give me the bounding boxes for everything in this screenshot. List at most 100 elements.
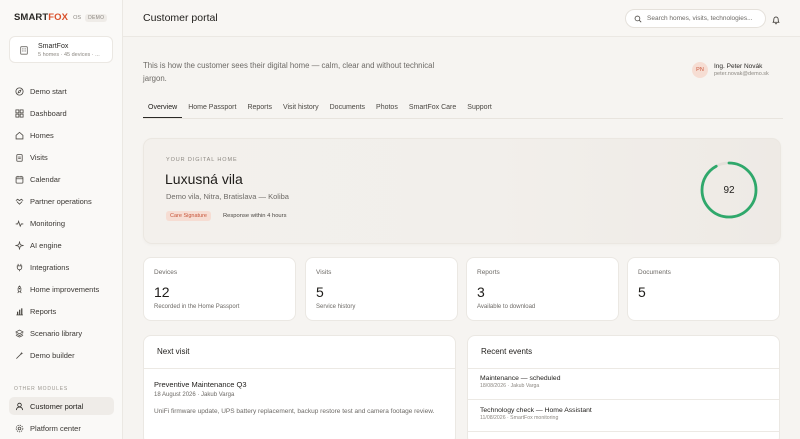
brand-logo: SMARTFOX [14,12,69,23]
nav-label: Homes [30,130,54,140]
event-item[interactable]: Technology check — Home Assistant 11/08/… [480,407,770,421]
pulse-icon [15,219,24,228]
avatar: PN [692,62,708,78]
sparkle-icon [15,240,24,250]
clipboard-icon [15,153,24,162]
tab-documents[interactable]: Documents [325,98,370,118]
next-visit-panel: Next visit Preventive Maintenance Q3 18 … [143,335,456,439]
nav-label: Partner operations [30,196,92,206]
compass-icon [15,86,24,96]
recent-events-panel: Recent events Maintenance — scheduled 18… [467,335,780,439]
nav-integrations[interactable]: Integrations [9,258,114,276]
org-switcher[interactable]: SmartFox 5 homes · 45 devices · ... [9,36,113,63]
chart-icon [15,307,24,316]
nav-label: Integrations [30,262,70,272]
nav-monitoring[interactable]: Monitoring [9,214,114,232]
nav-dashboard[interactable]: Dashboard [9,104,114,122]
nav-reports[interactable]: Reports [9,302,114,320]
wand-icon [15,351,24,360]
hero-eyebrow: YOUR DIGITAL HOME [166,157,238,163]
nav-demo-builder[interactable]: Demo builder [9,346,114,364]
nav-label: Dashboard [30,108,67,118]
visit-description: UniFi firmware update, UPS battery repla… [154,408,435,415]
stat-note: Recorded in the Home Passport [154,304,240,310]
nav-calendar[interactable]: Calendar [9,170,114,188]
rocket-icon [15,284,24,294]
page-title: Customer portal [143,12,218,24]
home-name: Luxusná vila [165,171,243,187]
nav-demo-start[interactable]: Demo start [9,82,114,100]
stat-label: Reports [477,269,500,276]
nav-customer-portal[interactable]: Customer portal [9,397,114,415]
stat-value: 5 [316,284,324,300]
org-name: SmartFox [38,43,69,50]
other-modules-label: OTHER MODULES [14,386,69,392]
stat-card-documents[interactable]: Documents 5 [627,257,780,321]
nav-label: Platform center [30,423,81,433]
brand[interactable]: SMARTFOX OS DEMO [14,12,108,23]
nav-label: Demo builder [30,350,75,360]
nav-ai-engine[interactable]: AI engine [9,236,114,254]
tab-home-passport[interactable]: Home Passport [183,98,241,118]
event-item[interactable]: Maintenance — scheduled 18/08/2026 · Jak… [480,375,770,389]
stat-note: Service history [316,304,356,310]
user-profile[interactable]: PN Ing. Peter Novák peter.novak@demo.sk [692,62,769,78]
nav-label: Monitoring [30,218,66,228]
demo-badge: DEMO [85,13,108,22]
sidebar: SMARTFOX OS DEMO SmartFox 5 homes · 45 d… [0,0,123,439]
tab-reports[interactable]: Reports [242,98,277,118]
tab-support[interactable]: Support [462,98,497,118]
care-badge: Care Signature [166,211,211,221]
user-icon [15,402,24,411]
response-note: Response within 4 hours [223,213,287,219]
org-meta: 5 homes · 45 devices · ... [38,52,100,58]
tab-overview[interactable]: Overview [143,98,183,118]
nav-visits[interactable]: Visits [9,148,114,166]
stat-label: Documents [638,269,671,276]
nav-homes[interactable]: Homes [9,126,114,144]
nav-label: Scenario library [30,328,83,338]
tab-visit-history[interactable]: Visit history [278,98,324,118]
nav-label: Customer portal [30,401,84,411]
brand-version: OS [73,14,82,21]
building-icon [18,45,29,56]
user-name: Ing. Peter Novák [714,63,763,70]
visit-meta: 18 August 2026 · Jakub Varga [154,392,235,398]
health-score-value: 92 [723,184,735,196]
tab-smartfox-care[interactable]: SmartFox Care [404,98,461,118]
nav-label: AI engine [30,240,62,250]
stat-value: 5 [638,284,646,300]
nav-label: Home improvements [30,284,100,294]
nav-label: Calendar [30,174,61,184]
event-meta: 11/08/2026 · SmartFox monitoring [480,415,559,421]
visit-title[interactable]: Preventive Maintenance Q3 [154,380,247,389]
plug-icon [15,263,24,272]
nav-scenario-library[interactable]: Scenario library [9,324,114,342]
grid-icon [15,108,24,118]
panel-title: Recent events [481,347,533,356]
event-title: Maintenance — scheduled [480,375,561,382]
search-input[interactable] [647,15,762,22]
event-meta: 18/08/2026 · Jakub Varga [480,383,540,389]
nav-label: Reports [30,306,57,316]
stat-card-visits[interactable]: Visits 5 Service history [305,257,458,321]
event-title: Technology check — Home Assistant [480,407,592,414]
home-hero-card: YOUR DIGITAL HOME Luxusná vila Demo vila… [143,138,781,244]
nav-platform-center[interactable]: Platform center [9,419,114,437]
home-address: Demo vila, Nitra, Bratislava — Koliba [166,192,289,201]
nav-partner-operations[interactable]: Partner operations [9,192,114,210]
settings-icon [15,424,24,433]
bell-icon[interactable] [771,12,782,25]
stat-card-devices[interactable]: Devices 12 Recorded in the Home Passport [143,257,296,321]
tab-photos[interactable]: Photos [371,98,403,118]
nav-home-improvements[interactable]: Home improvements [9,280,114,298]
calendar-icon [15,175,24,184]
search-box[interactable] [625,9,766,28]
stat-note: Available to download [477,304,536,310]
divider [468,399,779,400]
stat-label: Devices [154,269,178,276]
intro-text: This is how the customer sees their digi… [143,61,435,83]
stat-label: Visits [316,269,332,276]
stat-card-reports[interactable]: Reports 3 Available to download [466,257,619,321]
home-icon [15,131,24,140]
